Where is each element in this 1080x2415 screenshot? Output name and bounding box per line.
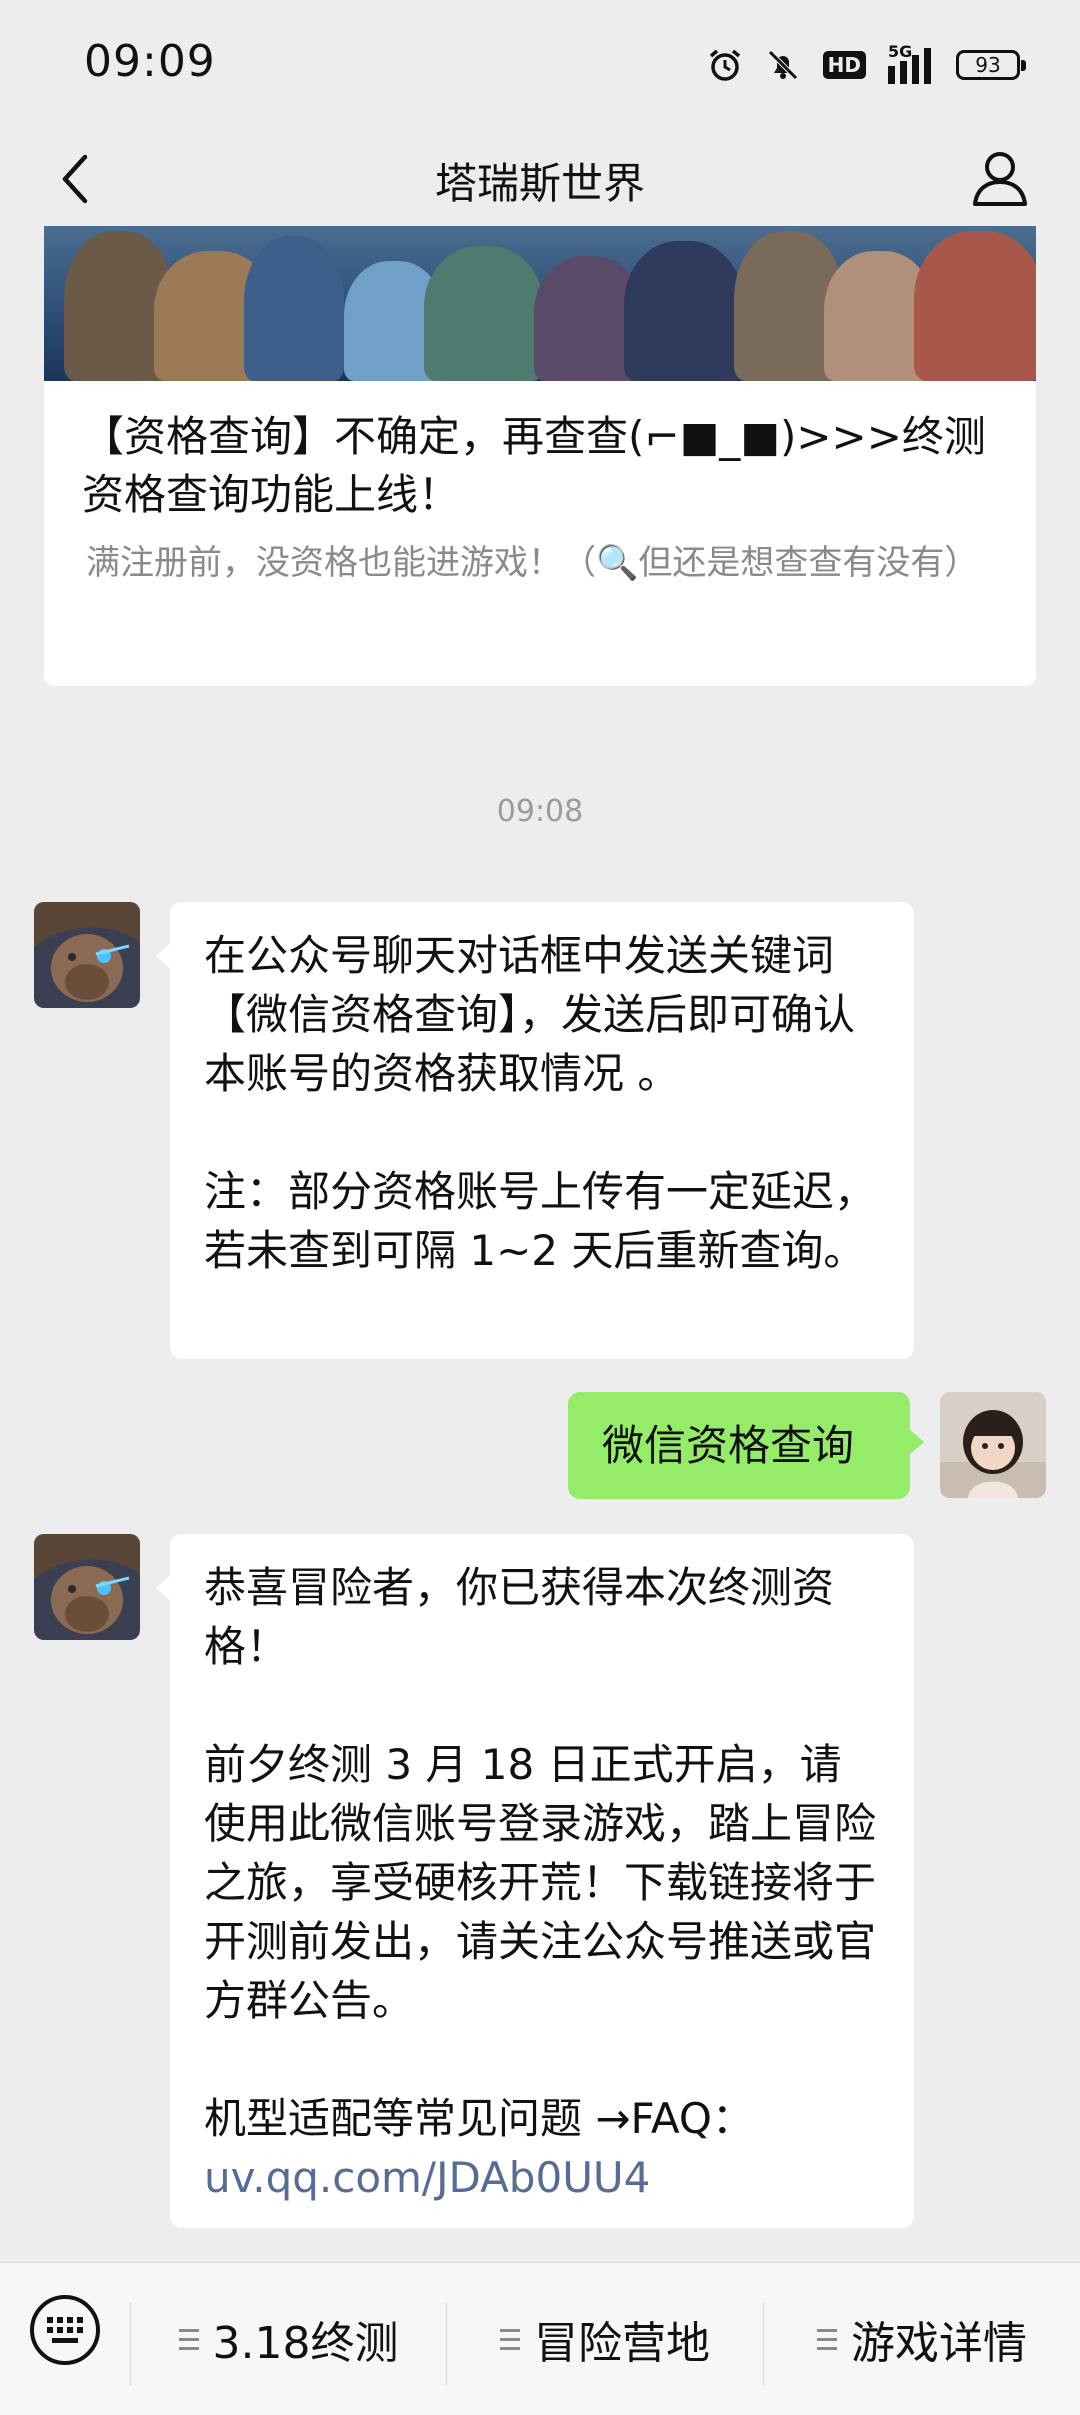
keyboard-icon <box>30 2295 100 2365</box>
battery-icon: 93 <box>956 50 1026 80</box>
nav-bar: 塔瑞斯世界 <box>0 130 1080 226</box>
person-icon <box>973 152 1027 206</box>
signal-icon: 5G <box>888 42 934 84</box>
incoming-message: 恭喜冒险者，你已获得本次终测资格！ 前夕终测 3 月 18 日正式开启，请使用此… <box>156 1534 914 2228</box>
menu-list-icon <box>817 2328 837 2350</box>
status-time: 09:09 <box>84 36 216 87</box>
hd-icon: HD <box>822 51 866 79</box>
status-icons: HD 5G 93 <box>707 40 1026 90</box>
menu-list-icon <box>178 2328 199 2350</box>
menu-item-adventure-camp[interactable]: 冒险营地 <box>447 2263 763 2415</box>
official-account-avatar[interactable] <box>34 1534 140 1640</box>
menu-item-final-test[interactable]: 3.18终测 <box>131 2263 446 2415</box>
alarm-icon <box>707 47 743 83</box>
menu-item-label: 冒险营地 <box>534 2318 710 2369</box>
battery-level: 93 <box>975 53 1001 77</box>
faq-link[interactable]: uv.qq.com/JDAb0UU4 <box>204 2153 650 2202</box>
bottom-menu-bar: 3.18终测 冒险营地 游戏详情 <box>0 2262 1080 2415</box>
article-banner-image <box>44 226 1036 381</box>
message-text: 恭喜冒险者，你已获得本次终测资格！ 前夕终测 3 月 18 日正式开启，请使用此… <box>204 1563 877 2143</box>
menu-list-icon <box>500 2328 520 2350</box>
article-description: 满注册前，没资格也能进游戏！（🔍但还是想查查有没有） <box>86 543 979 583</box>
chat-title: 塔瑞斯世界 <box>434 159 645 208</box>
article-title: 【资格查询】不确定，再查查(⌐■_■)>>>终测资格查询功能上线！ <box>82 412 986 519</box>
outgoing-message: 微信资格查询 <box>568 1392 924 1499</box>
menu-item-label: 游戏详情 <box>851 2318 1027 2369</box>
menu-item-label: 3.18终测 <box>212 2318 399 2369</box>
network-label: 5G <box>888 42 913 61</box>
my-avatar[interactable] <box>940 1392 1046 1498</box>
menu-item-game-details[interactable]: 游戏详情 <box>764 2263 1080 2415</box>
keyboard-toggle-button[interactable] <box>28 2293 102 2367</box>
status-bar: 09:09 HD 5G 93 <box>0 0 1080 130</box>
profile-button[interactable] <box>964 140 1036 216</box>
message-timestamp: 09:08 <box>496 794 584 829</box>
official-account-avatar[interactable] <box>34 902 140 1008</box>
article-card[interactable]: 【资格查询】不确定，再查查(⌐■_■)>>>终测资格查询功能上线！ 满注册前，没… <box>44 226 1036 686</box>
incoming-message: 在公众号聊天对话框中发送关键词【微信资格查询】，发送后即可确认本账号的资格获取情… <box>156 902 914 1359</box>
mute-icon <box>765 47 801 83</box>
